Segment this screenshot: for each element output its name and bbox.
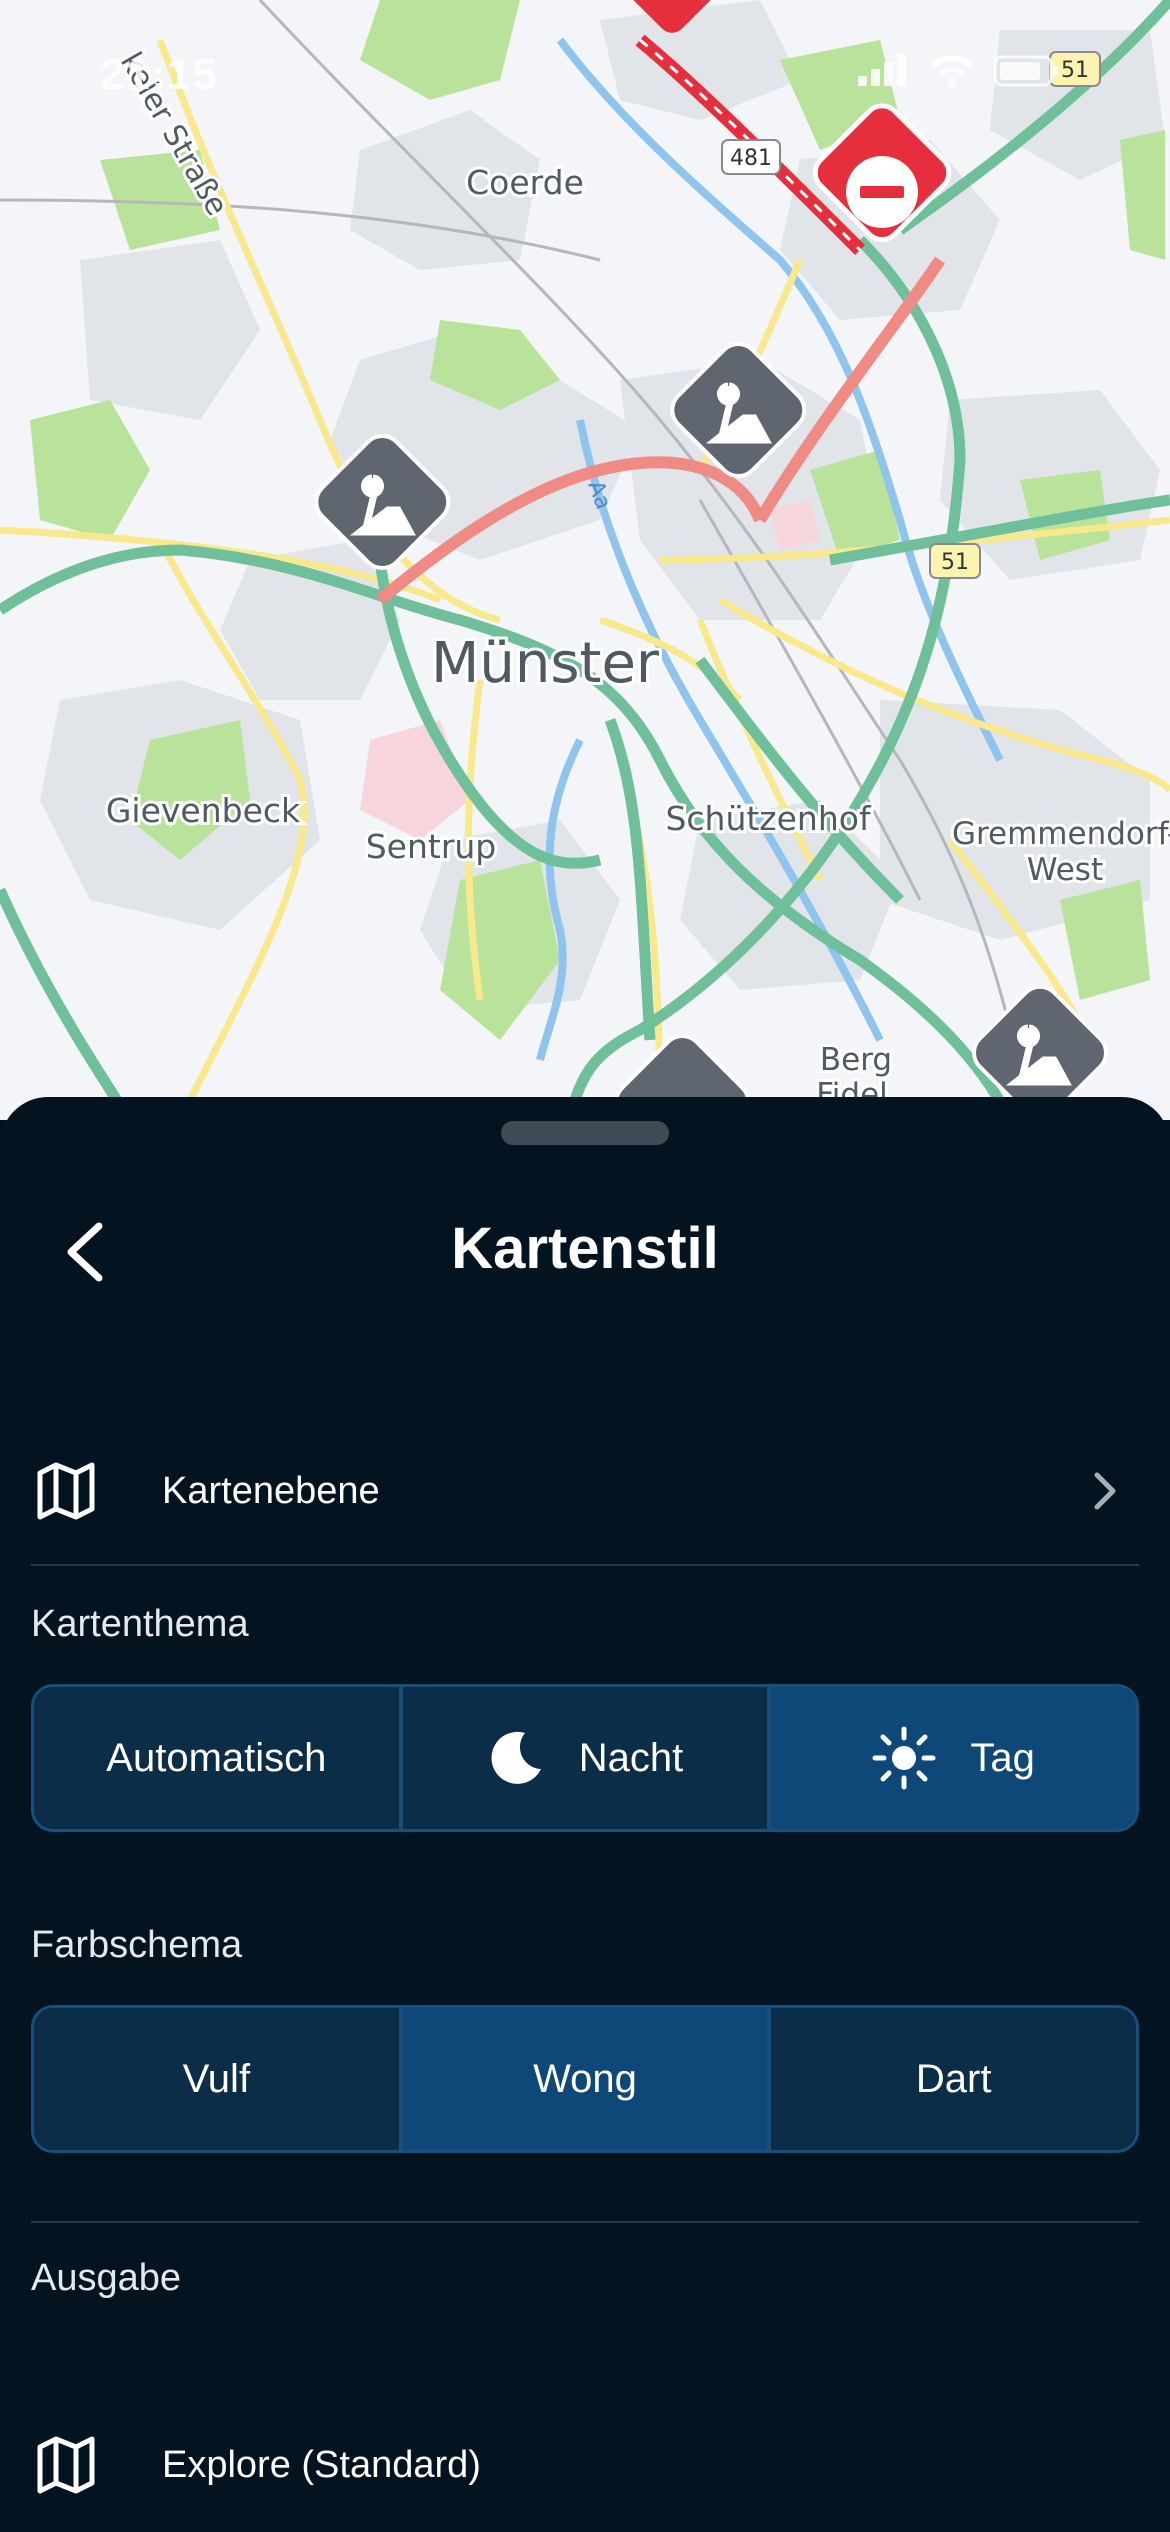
district-label-schuetzenhof: Schützenhof xyxy=(665,799,872,838)
theme-segmented-control: Automatisch Nacht Tag xyxy=(31,1684,1139,1832)
theme-option-label: Automatisch xyxy=(106,1735,327,1780)
theme-section-label: Kartenthema xyxy=(31,1603,249,1645)
map-icon xyxy=(37,2436,95,2494)
theme-option-automatic[interactable]: Automatisch xyxy=(34,1687,399,1829)
color-scheme-segmented-control: Vulf Wong Dart xyxy=(31,2005,1139,2153)
theme-option-night[interactable]: Nacht xyxy=(398,1687,768,1829)
road-shield-51-east: 51 xyxy=(929,543,981,579)
district-label-gievenbeck: Gievenbeck xyxy=(106,791,301,830)
svg-text:481: 481 xyxy=(730,146,772,171)
map-icon xyxy=(37,1462,95,1520)
svg-text:51: 51 xyxy=(941,550,969,575)
district-label-gremmendorf: Gremmendorf- xyxy=(952,816,1170,852)
theme-option-label: Nacht xyxy=(578,1735,684,1780)
sheet-grabber[interactable] xyxy=(501,1121,669,1145)
chevron-right-icon xyxy=(1094,1472,1116,1510)
theme-option-label: Tag xyxy=(970,1735,1035,1780)
divider xyxy=(31,1564,1139,1566)
color-option-label: Dart xyxy=(915,2056,992,2101)
theme-option-day[interactable]: Tag xyxy=(767,1687,1136,1829)
district-label-sentrup: Sentrup xyxy=(366,827,497,866)
status-indicators xyxy=(858,54,1060,88)
road-shield-481: 481 xyxy=(721,139,781,175)
map-style-sheet: Kartenstil Kartenebene Kartenthema Autom… xyxy=(0,1097,1170,2532)
output-row[interactable]: Explore (Standard) xyxy=(0,2405,1170,2525)
color-option-label: Vulf xyxy=(182,2056,251,2101)
color-option-label: Wong xyxy=(533,2056,637,2101)
district-label-berg: Berg xyxy=(820,1042,892,1078)
signal-icon xyxy=(858,54,906,86)
wifi-icon xyxy=(930,55,974,87)
color-option-wong[interactable]: Wong xyxy=(398,2008,768,2150)
sheet-title: Kartenstil xyxy=(451,1216,719,1281)
district-label-coerde: Coerde xyxy=(466,163,584,202)
status-time: 21:15 xyxy=(100,50,218,99)
battery-icon xyxy=(994,55,1058,87)
output-section-label: Ausgabe xyxy=(31,2257,182,2299)
color-option-dart[interactable]: Dart xyxy=(767,2008,1136,2150)
map-view[interactable]: Münster Coerde Gievenbeck Sentrup Schütz… xyxy=(0,0,1170,1120)
map-layer-row[interactable]: Kartenebene xyxy=(0,1431,1170,1551)
color-option-vulf[interactable]: Vulf xyxy=(34,2008,399,2150)
moon-icon xyxy=(491,1731,541,1784)
color-section-label: Farbschema xyxy=(31,1924,243,1966)
district-label-west: West xyxy=(1027,852,1103,888)
output-label: Explore (Standard) xyxy=(162,2443,481,2486)
city-label: Münster xyxy=(431,631,660,696)
svg-text:51: 51 xyxy=(1061,58,1089,83)
divider xyxy=(31,2221,1139,2223)
sun-icon xyxy=(872,1726,936,1790)
map-layer-label: Kartenebene xyxy=(162,1469,380,1512)
